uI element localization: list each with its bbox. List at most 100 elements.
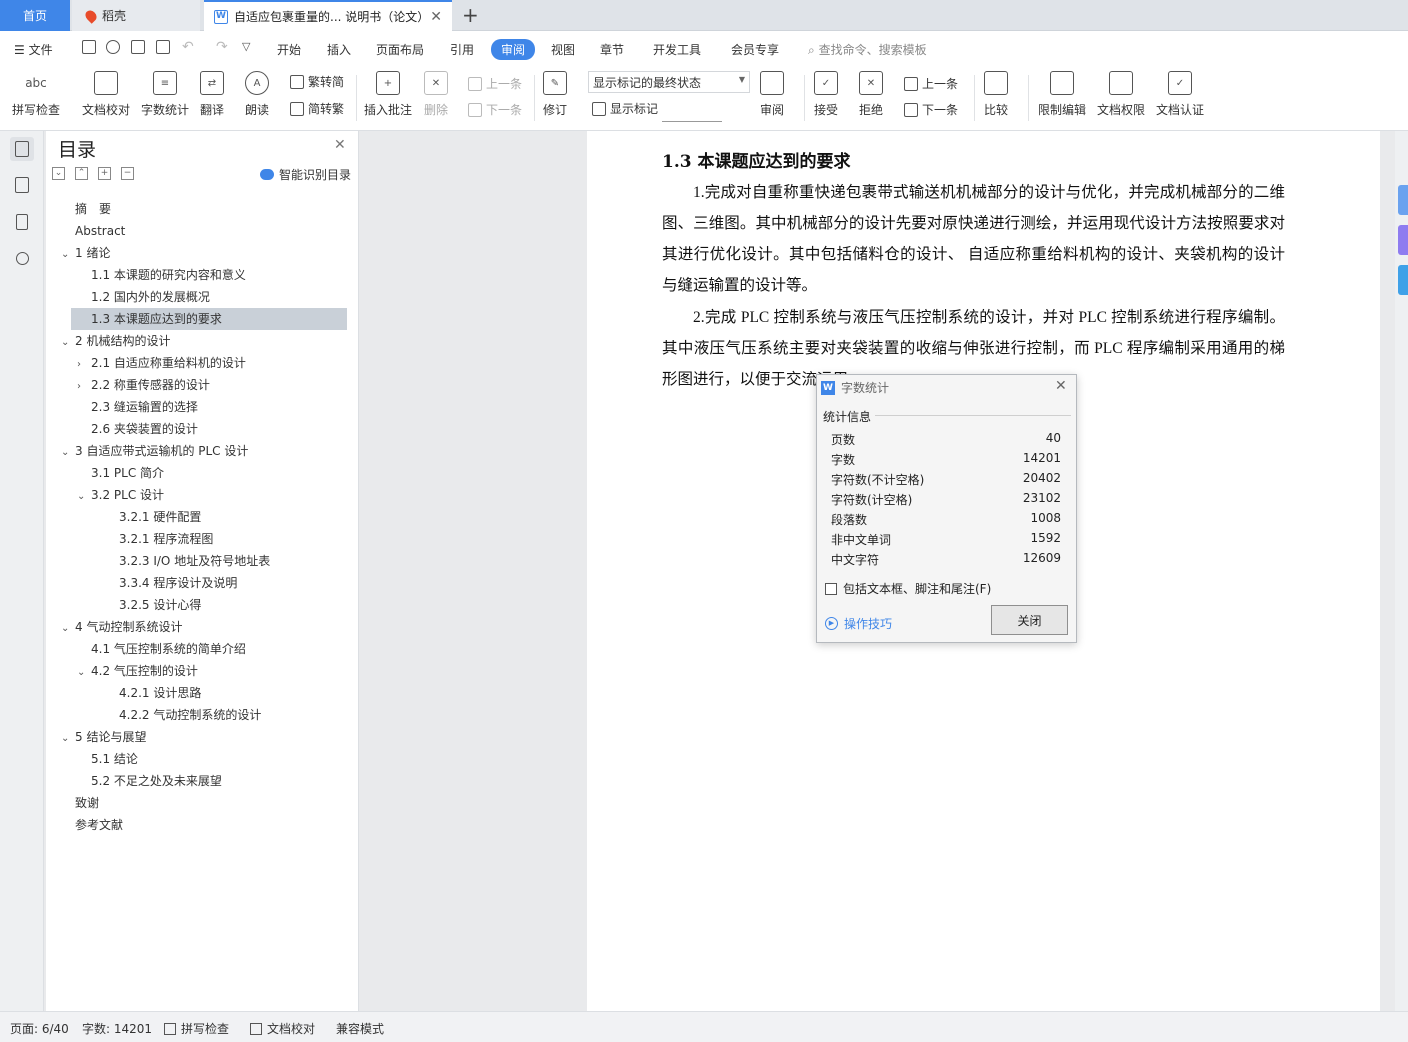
menu-developer[interactable]: 开发工具	[653, 41, 701, 58]
menu-start[interactable]: 开始	[277, 41, 301, 58]
status-spell-check[interactable]: 拼写检查	[164, 1020, 229, 1037]
markup-state-select[interactable]: 显示标记的最终状态 ▼	[588, 71, 750, 93]
menu-membership[interactable]: 会员专享	[731, 41, 779, 58]
toc-item[interactable]: 1.1 本课题的研究内容和意义	[77, 264, 246, 286]
toc-item[interactable]: ⌄ 3.2 PLC 设计	[77, 484, 164, 506]
toc-item[interactable]: 3.1 PLC 简介	[77, 462, 164, 484]
insert-comment-button[interactable]: + 插入批注	[364, 71, 412, 118]
print-icon[interactable]	[131, 40, 145, 54]
page-indicator[interactable]: 页面: 6/40	[10, 1020, 69, 1037]
toc-item[interactable]: 4.1 气压控制系统的简单介绍	[77, 638, 246, 660]
format-painter-icon[interactable]	[106, 40, 120, 54]
collapse-all-icon[interactable]: ⌄	[52, 167, 65, 180]
accept-button[interactable]: ✓ 接受	[814, 71, 838, 118]
include-textbox-checkbox[interactable]: 包括文本框、脚注和尾注(F)	[825, 580, 991, 597]
menu-references[interactable]: 引用	[450, 41, 474, 58]
close-tab-icon[interactable]: ✕	[430, 9, 442, 25]
toc-item[interactable]: 5.2 不足之处及未来展望	[77, 770, 222, 792]
bookmark-button[interactable]	[10, 210, 34, 234]
tips-link[interactable]: ▶ 操作技巧	[825, 615, 892, 632]
close-icon[interactable]: ✕	[334, 137, 346, 153]
redo-icon[interactable]: ↷	[216, 39, 228, 55]
print-preview-icon[interactable]	[156, 40, 170, 54]
close-icon[interactable]: ✕	[1055, 378, 1067, 394]
toc-item[interactable]: Abstract	[61, 220, 125, 242]
toc-item[interactable]: ⌄ 5 结论与展望	[61, 726, 146, 748]
delete-comment-button[interactable]: ✕ 删除	[424, 71, 448, 118]
word-count-button[interactable]: ≡ 字数统计	[141, 71, 189, 118]
toc-item[interactable]: ⌄ 4.2 气压控制的设计	[77, 660, 198, 682]
toc-item[interactable]: 致谢	[61, 792, 99, 814]
new-tab-icon[interactable]: +	[462, 3, 479, 27]
review-pane-button[interactable]: 审阅	[760, 71, 784, 118]
toc-item[interactable]: ⌄ 2 机械结构的设计	[61, 330, 170, 352]
prev-change-button[interactable]: 上一条	[904, 75, 958, 92]
remove-heading-icon[interactable]: −	[121, 167, 134, 180]
toc-item[interactable]: 1.2 国内外的发展概况	[77, 286, 210, 308]
prev-comment-button[interactable]: 上一条	[468, 75, 522, 92]
read-aloud-button[interactable]: A 朗读	[245, 71, 269, 118]
find-button[interactable]	[10, 246, 34, 270]
toc-pane-button[interactable]	[10, 137, 34, 161]
menu-review[interactable]: 审阅	[491, 39, 536, 60]
chevron-down-icon[interactable]: ⌄	[61, 332, 75, 354]
trad-to-simp-button[interactable]: 繁转简	[290, 73, 344, 90]
close-button[interactable]: 关闭	[991, 605, 1068, 635]
toc-item[interactable]: 参考文献	[61, 814, 123, 836]
menu-insert[interactable]: 插入	[327, 41, 351, 58]
tab-home[interactable]: 首页	[0, 0, 70, 31]
chevron-down-icon[interactable]: ⌄	[61, 618, 75, 640]
spell-check-button[interactable]: abc 拼写检查	[12, 71, 60, 118]
menu-view[interactable]: 视图	[551, 41, 575, 58]
translate-button[interactable]: ⇄ 翻译	[200, 71, 224, 118]
smart-toc-button[interactable]: 智能识别目录	[260, 166, 351, 183]
chevron-right-icon[interactable]: ›	[77, 354, 91, 376]
tab-document[interactable]: W 自适应包裹重量的... 说明书（论文） ✕	[204, 0, 452, 31]
add-heading-icon[interactable]: +	[98, 167, 111, 180]
toc-item[interactable]: 5.1 结论	[77, 748, 138, 770]
expand-all-icon[interactable]: ⌃	[75, 167, 88, 180]
toc-item[interactable]: 3.2.3 I/O 地址及符号地址表	[105, 550, 270, 572]
chapter-nav-button[interactable]	[10, 173, 34, 197]
toc-item[interactable]: 4.2.2 气动控制系统的设计	[105, 704, 261, 726]
toc-item[interactable]: 1.3 本课题应达到的要求	[71, 308, 347, 330]
compare-button[interactable]: 比较	[984, 71, 1008, 118]
toc-item[interactable]: 4.2.1 设计思路	[105, 682, 201, 704]
toc-item[interactable]: › 2.2 称重传感器的设计	[77, 374, 210, 396]
toc-item[interactable]: › 2.1 自适应称重给料机的设计	[77, 352, 246, 374]
chevron-down-icon[interactable]: ⌄	[61, 728, 75, 750]
show-markup-button[interactable]: 显示标记	[592, 100, 658, 117]
toc-item[interactable]: 3.2.1 硬件配置	[105, 506, 201, 528]
chevron-down-icon[interactable]: ⌄	[77, 486, 91, 508]
simp-to-trad-button[interactable]: 简转繁	[290, 100, 344, 117]
toc-item[interactable]: ⌄ 4 气动控制系统设计	[61, 616, 182, 638]
proofread-button[interactable]: 文档校对	[82, 71, 130, 118]
word-count-indicator[interactable]: 字数: 14201	[82, 1020, 152, 1037]
side-tool-button[interactable]	[1398, 225, 1408, 255]
chevron-down-icon[interactable]: ⌄	[61, 244, 75, 266]
side-tool-button[interactable]	[1398, 185, 1408, 215]
toc-item[interactable]: 2.3 缝运输置的选择	[77, 396, 198, 418]
command-search[interactable]: ⌕ 查找命令、搜索模板	[808, 41, 927, 58]
toc-item[interactable]: ⌄ 1 绪论	[61, 242, 110, 264]
menu-section[interactable]: 章节	[600, 41, 624, 58]
chevron-right-icon[interactable]: ›	[77, 376, 91, 398]
next-comment-button[interactable]: 下一条	[468, 101, 522, 118]
restrict-editing-button[interactable]: 限制编辑	[1038, 71, 1086, 118]
toc-item[interactable]: 2.6 夹袋装置的设计	[77, 418, 198, 440]
track-changes-button[interactable]: ✎ 修订	[543, 71, 567, 118]
file-menu[interactable]: ☰ 文件	[14, 41, 53, 58]
toc-item[interactable]: ⌄ 3 自适应带式运输机的 PLC 设计	[61, 440, 248, 462]
document-certify-button[interactable]: ✓ 文档认证	[1156, 71, 1204, 118]
status-proofread[interactable]: 文档校对	[250, 1020, 315, 1037]
chevron-down-icon[interactable]: ⌄	[77, 662, 91, 684]
chevron-down-icon[interactable]: ⌄	[61, 442, 75, 464]
document-rights-button[interactable]: 文档权限	[1097, 71, 1145, 118]
side-tool-button[interactable]	[1398, 265, 1408, 295]
next-change-button[interactable]: 下一条	[904, 101, 958, 118]
undo-icon[interactable]: ↶	[182, 39, 194, 55]
menu-page-layout[interactable]: 页面布局	[376, 41, 424, 58]
toc-item[interactable]: 3.3.4 程序设计及说明	[105, 572, 237, 594]
tab-daoke[interactable]: 稻壳	[72, 0, 200, 31]
toc-item[interactable]: 3.2.1 程序流程图	[105, 528, 213, 550]
